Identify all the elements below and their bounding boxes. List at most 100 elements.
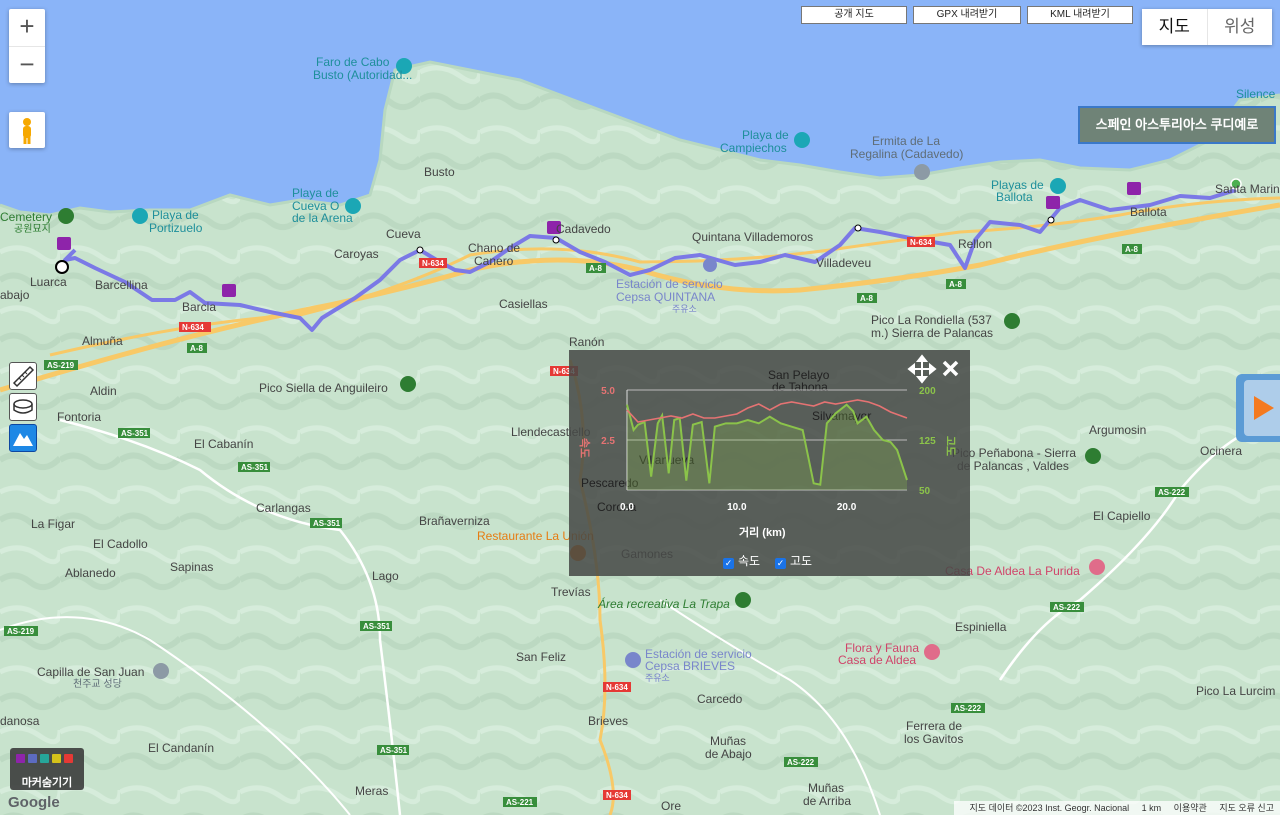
tape-tool-button[interactable]	[9, 393, 37, 421]
close-icon[interactable]	[942, 360, 959, 377]
zoom-in-button[interactable]: +	[9, 9, 45, 46]
camera-marker[interactable]	[222, 284, 236, 297]
camera-marker[interactable]	[57, 237, 71, 250]
place-label: Casiellas	[499, 297, 548, 311]
poi-icon	[1085, 448, 1101, 464]
y-right-tick-label: 125	[919, 436, 936, 447]
move-icon[interactable]	[907, 354, 937, 384]
marker-toggle-button[interactable]: 마커숨기기	[10, 748, 84, 790]
y-left-tick-label: 5.0	[601, 386, 615, 397]
terms-link[interactable]: 이용약관	[1174, 803, 1207, 813]
place-label: Fontoria	[57, 410, 101, 424]
place-label: El Cadollo	[93, 537, 148, 551]
place-label: Silence	[1236, 87, 1276, 101]
checkmark-icon: ✓	[723, 558, 734, 569]
marker-icons	[16, 754, 73, 763]
place-label: La Figar	[31, 517, 75, 531]
kml-download-button[interactable]: KML 내려받기	[1027, 6, 1133, 24]
road-shield-label: AS-221	[506, 798, 534, 807]
place-label: Playa de	[152, 208, 199, 222]
waypoint[interactable]	[1047, 216, 1055, 224]
place-label: Ablanedo	[65, 566, 116, 580]
map-label-under-chart: de Tahona	[772, 380, 828, 394]
place-label: Brañaverniza	[419, 514, 490, 528]
place-label: 천주교 성당	[73, 678, 122, 690]
place-label: 공원묘지	[14, 223, 51, 235]
place-label: de Abajo	[705, 747, 752, 761]
place-label: Canero	[474, 254, 514, 268]
place-label: Barcia	[182, 300, 216, 314]
pegman-icon	[23, 118, 31, 144]
place-label: Ocinera	[1200, 444, 1242, 458]
attribution-text: 지도 데이터 ©2023 Inst. Geogr. Nacional	[969, 803, 1130, 813]
scale-bar: 1 km	[1141, 803, 1162, 813]
road-shield-label: AS-222	[1158, 488, 1186, 497]
place-label: Ballota	[1130, 205, 1167, 219]
speed-checkbox[interactable]: ✓ 속도	[723, 552, 760, 569]
camera-marker[interactable]	[1127, 182, 1141, 195]
place-label: Santa Marin	[1215, 182, 1280, 196]
map-type-satellite[interactable]: 위성	[1206, 9, 1273, 45]
camera-marker[interactable]	[1046, 196, 1060, 209]
place-label: de Palancas , Valdes	[957, 459, 1069, 473]
x-tick-label: 0.0	[620, 502, 634, 513]
route-title-button[interactable]: 스페인 아스투리아스 쿠디예로	[1078, 106, 1276, 144]
chart-svg: Villanueva Pescaredo Corona San Pelayo d…	[581, 354, 959, 514]
next-panel-button[interactable]	[1236, 374, 1280, 442]
place-label: m.) Sierra de Palancas	[871, 326, 993, 340]
public-map-button[interactable]: 공개 지도	[801, 6, 907, 24]
place-label: Estación de servicio	[616, 277, 723, 291]
zoom-out-button[interactable]: −	[9, 47, 45, 84]
place-label: Aldin	[90, 384, 117, 398]
place-label: Barcellina	[95, 278, 148, 292]
ruler-tool-button[interactable]	[9, 362, 37, 390]
speed-checkbox-label: 속도	[738, 554, 761, 568]
google-logo: Google	[8, 794, 60, 811]
road-shield-label: A-8	[860, 294, 873, 303]
place-label: Meras	[355, 784, 388, 798]
place-label: Playa de	[292, 186, 339, 200]
poi-icon	[924, 644, 940, 660]
place-label: 주유소	[645, 673, 670, 683]
place-label: Luarca	[30, 275, 67, 289]
poi-icon	[1004, 313, 1020, 329]
place-label: Ranón	[569, 335, 604, 349]
road-shield-label: N-634	[606, 683, 628, 692]
waypoint[interactable]	[416, 246, 424, 254]
place-label: Cadavedo	[556, 222, 611, 236]
place-label: los Gavitos	[904, 732, 963, 746]
street-view-button[interactable]	[9, 112, 45, 148]
place-label: Área recreativa La Trapa	[597, 596, 730, 611]
road-shield-label: AS-219	[47, 361, 75, 370]
place-label: Muñas	[808, 781, 844, 795]
road-shield-label: AS-222	[954, 704, 982, 713]
road-shield-label: N-634	[182, 323, 204, 332]
gpx-download-button[interactable]: GPX 내려받기	[913, 6, 1021, 24]
road-shield-label: A-8	[949, 280, 962, 289]
elevation-speed-chart-panel[interactable]: Villanueva Pescaredo Corona San Pelayo d…	[569, 350, 970, 576]
poi-icon	[914, 164, 930, 180]
poi-icon	[794, 132, 810, 148]
waypoint[interactable]	[854, 224, 862, 232]
elevation-tool-button[interactable]	[9, 424, 37, 452]
road-shield-label: N-634	[910, 238, 932, 247]
start-marker[interactable]	[55, 260, 69, 274]
map-type-map[interactable]: 지도	[1142, 9, 1207, 45]
poi-icon	[735, 592, 751, 608]
report-error-link[interactable]: 지도 오류 신고	[1219, 803, 1274, 813]
x-tick-label: 20.0	[837, 502, 857, 513]
road-shield-label: AS-351	[313, 519, 341, 528]
place-label: de la Arena	[292, 211, 353, 225]
place-label: Quintana Villademoros	[692, 230, 813, 244]
place-label: Chano de	[468, 241, 520, 255]
place-label: Casa de Aldea	[838, 653, 916, 667]
waypoint[interactable]	[552, 236, 560, 244]
place-label: 주유소	[672, 304, 697, 314]
elevation-checkbox[interactable]: ✓ 고도	[775, 552, 812, 569]
place-label: Pico La Rondiella (537	[871, 313, 992, 327]
place-label: Cepsa QUINTANA	[616, 290, 715, 304]
poi-icon	[1089, 559, 1105, 575]
place-label: Campiechos	[720, 141, 787, 155]
map-type-control: 지도 위성	[1142, 9, 1272, 45]
place-label: Ballota	[996, 190, 1033, 204]
